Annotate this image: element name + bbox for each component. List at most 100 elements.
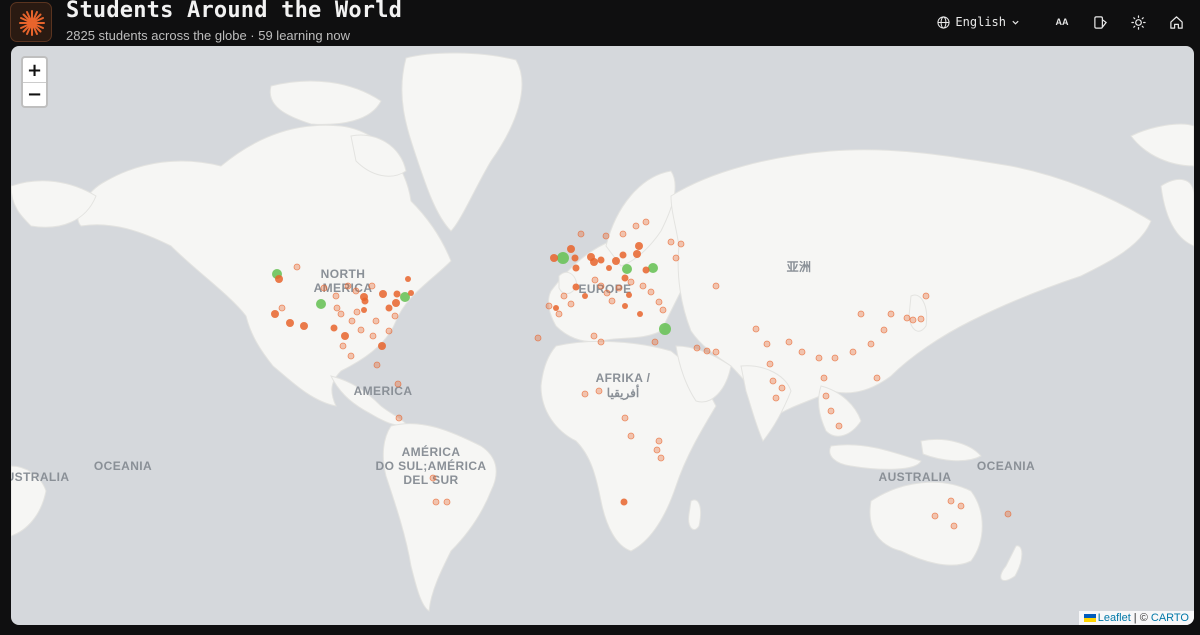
student-marker[interactable] xyxy=(909,316,917,324)
student-marker[interactable] xyxy=(867,340,875,348)
student-marker[interactable] xyxy=(619,230,627,238)
leaflet-link[interactable]: Leaflet xyxy=(1098,612,1131,624)
student-marker[interactable] xyxy=(385,327,393,335)
student-marker[interactable] xyxy=(922,292,930,300)
student-marker[interactable] xyxy=(595,387,603,395)
student-marker[interactable] xyxy=(534,334,542,342)
student-marker[interactable] xyxy=(591,276,599,284)
student-marker[interactable] xyxy=(339,342,347,350)
student-marker[interactable] xyxy=(408,290,414,296)
student-marker[interactable] xyxy=(612,257,620,265)
student-marker[interactable] xyxy=(357,326,365,334)
student-marker[interactable] xyxy=(337,310,345,318)
student-marker[interactable] xyxy=(957,502,965,510)
world-map[interactable]: NORTH AMERICA AMERICA AMÉRICA DO SUL;AMÉ… xyxy=(11,46,1194,625)
student-marker[interactable] xyxy=(555,310,563,318)
student-marker[interactable] xyxy=(392,299,400,307)
student-marker[interactable] xyxy=(778,384,786,392)
student-marker[interactable] xyxy=(677,240,685,248)
student-marker[interactable] xyxy=(827,407,835,415)
student-marker[interactable] xyxy=(642,266,650,274)
student-marker[interactable] xyxy=(857,310,865,318)
student-marker[interactable] xyxy=(545,302,553,310)
student-marker[interactable] xyxy=(931,512,939,520)
student-marker[interactable] xyxy=(373,361,381,369)
student-marker[interactable] xyxy=(606,265,612,271)
student-marker[interactable] xyxy=(712,282,720,290)
student-marker[interactable] xyxy=(752,325,760,333)
student-marker[interactable] xyxy=(651,338,659,346)
student-marker[interactable] xyxy=(815,354,823,362)
logo[interactable] xyxy=(10,2,52,42)
student-marker[interactable] xyxy=(621,414,629,422)
student-marker[interactable] xyxy=(348,317,356,325)
student-marker[interactable] xyxy=(332,292,340,300)
theme-toggle-button[interactable] xyxy=(1124,8,1152,36)
student-marker[interactable] xyxy=(361,297,369,305)
zoom-out-button[interactable]: − xyxy=(23,82,46,106)
student-marker[interactable] xyxy=(581,390,589,398)
student-marker[interactable] xyxy=(798,348,806,356)
student-marker[interactable] xyxy=(655,298,663,306)
student-marker[interactable] xyxy=(333,304,341,312)
carto-link[interactable]: CARTO xyxy=(1151,612,1189,624)
student-marker[interactable] xyxy=(347,352,355,360)
student-marker[interactable] xyxy=(621,274,629,282)
student-marker[interactable] xyxy=(667,238,675,246)
student-marker[interactable] xyxy=(635,242,643,250)
student-marker[interactable] xyxy=(275,275,283,283)
learning-now-marker[interactable] xyxy=(659,323,671,335)
student-marker[interactable] xyxy=(769,377,777,385)
student-marker[interactable] xyxy=(278,304,286,312)
student-marker[interactable] xyxy=(394,380,402,388)
student-marker[interactable] xyxy=(385,304,393,312)
student-marker[interactable] xyxy=(597,338,605,346)
student-marker[interactable] xyxy=(657,454,665,462)
learning-now-marker[interactable] xyxy=(622,264,632,274)
student-marker[interactable] xyxy=(352,287,360,295)
language-selector[interactable]: English xyxy=(937,15,1020,29)
student-marker[interactable] xyxy=(300,322,308,330)
learning-now-marker[interactable] xyxy=(316,299,326,309)
student-marker[interactable] xyxy=(567,300,575,308)
student-marker[interactable] xyxy=(432,498,440,506)
contrast-button[interactable] xyxy=(1086,8,1114,36)
student-marker[interactable] xyxy=(820,374,828,382)
student-marker[interactable] xyxy=(271,310,279,318)
student-marker[interactable] xyxy=(880,326,888,334)
student-marker[interactable] xyxy=(653,446,661,454)
student-marker[interactable] xyxy=(341,332,349,340)
student-marker[interactable] xyxy=(286,319,294,327)
student-marker[interactable] xyxy=(379,290,387,298)
student-marker[interactable] xyxy=(369,332,377,340)
student-marker[interactable] xyxy=(378,342,386,350)
student-marker[interactable] xyxy=(831,354,839,362)
student-marker[interactable] xyxy=(873,374,881,382)
student-marker[interactable] xyxy=(393,290,401,298)
student-marker[interactable] xyxy=(344,282,352,290)
student-marker[interactable] xyxy=(582,293,588,299)
student-marker[interactable] xyxy=(293,263,301,271)
student-marker[interactable] xyxy=(672,254,680,262)
student-marker[interactable] xyxy=(619,251,627,259)
student-marker[interactable] xyxy=(917,315,925,323)
student-marker[interactable] xyxy=(1004,510,1012,518)
student-marker[interactable] xyxy=(597,282,605,290)
student-marker[interactable] xyxy=(622,303,628,309)
student-marker[interactable] xyxy=(633,250,641,258)
student-marker[interactable] xyxy=(361,307,367,313)
student-marker[interactable] xyxy=(642,218,650,226)
student-marker[interactable] xyxy=(703,347,711,355)
student-marker[interactable] xyxy=(553,305,559,311)
student-marker[interactable] xyxy=(655,437,663,445)
student-marker[interactable] xyxy=(405,276,411,282)
text-size-button[interactable]: AA xyxy=(1048,8,1076,36)
student-marker[interactable] xyxy=(590,332,598,340)
student-marker[interactable] xyxy=(712,348,720,356)
student-marker[interactable] xyxy=(395,414,403,422)
student-marker[interactable] xyxy=(772,394,780,402)
student-marker[interactable] xyxy=(443,498,451,506)
student-marker[interactable] xyxy=(372,317,380,325)
student-marker[interactable] xyxy=(950,522,958,530)
student-marker[interactable] xyxy=(560,292,568,300)
